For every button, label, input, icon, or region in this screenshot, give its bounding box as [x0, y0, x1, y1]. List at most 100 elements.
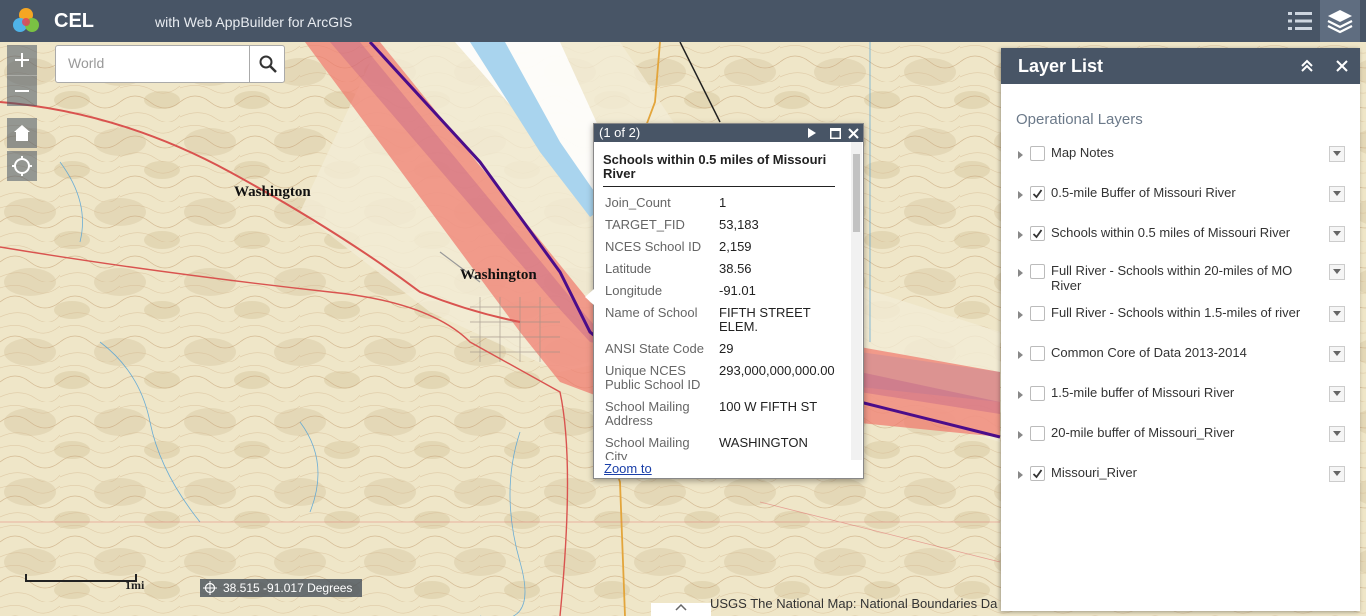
attribute-table: Join_Count 1 TARGET_FID 53,183 NCES School… — [603, 193, 849, 461]
home-icon[interactable] — [7, 118, 37, 148]
popup-counter: (1 of 2) — [599, 125, 641, 140]
app-title: CEL — [54, 10, 94, 32]
app-logo-icon — [11, 7, 41, 35]
attribute-row: Latitude 38.56 — [603, 259, 849, 281]
close-popup-icon[interactable] — [845, 124, 861, 142]
attribute-row: NCES School ID 2,159 — [603, 237, 849, 259]
attribute-key: Longitude — [605, 283, 663, 298]
popup-title-bar: (1 of 2) — [594, 124, 863, 142]
layer-visibility-checkbox[interactable] — [1030, 226, 1045, 241]
layer-name: Common Core of Data 2013-2014 — [1051, 345, 1247, 360]
expand-arrow-icon[interactable] — [1017, 265, 1027, 277]
close-panel-icon[interactable] — [1330, 48, 1354, 84]
layer-name: 0.5-mile Buffer of Missouri River — [1051, 185, 1236, 200]
layer-visibility-checkbox[interactable] — [1030, 306, 1045, 321]
attribution-toggle-icon[interactable] — [651, 603, 711, 616]
attribute-value: WASHINGTON — [719, 435, 808, 450]
expand-arrow-icon[interactable] — [1017, 427, 1027, 439]
expand-arrow-icon[interactable] — [1017, 387, 1027, 399]
popup-content[interactable]: Schools within 0.5 miles of Missouri Riv… — [594, 142, 851, 460]
search-icon[interactable] — [249, 46, 285, 82]
layer-row[interactable]: Map Notes — [1001, 140, 1360, 180]
attribute-row: Join_Count 1 — [603, 193, 849, 215]
layer-visibility-checkbox[interactable] — [1030, 386, 1045, 401]
place-label-washington: Washington — [234, 184, 311, 200]
attribute-key: School Mailing Address — [605, 399, 690, 428]
layer-row[interactable]: Missouri_River — [1001, 460, 1360, 500]
attribute-key: NCES School ID — [605, 239, 702, 254]
crosshair-icon[interactable] — [203, 581, 217, 595]
layer-name: 20-mile buffer of Missouri_River — [1051, 425, 1235, 440]
zoom-in-icon[interactable] — [7, 45, 37, 75]
attribute-value: 1 — [719, 195, 727, 210]
expand-arrow-icon[interactable] — [1017, 307, 1027, 319]
expand-arrow-icon[interactable] — [1017, 187, 1027, 199]
attribute-value: 53,183 — [719, 217, 759, 232]
maximize-icon[interactable] — [827, 124, 843, 142]
layer-name: Missouri_River — [1051, 465, 1137, 480]
layer-visibility-checkbox[interactable] — [1030, 146, 1045, 161]
scale-bar-label: 1mi — [125, 578, 145, 592]
layer-visibility-checkbox[interactable] — [1030, 426, 1045, 441]
attribute-value: 29 — [719, 341, 734, 356]
attribute-value: -91.01 — [719, 283, 756, 298]
popup-pointer — [585, 289, 594, 305]
layer-row[interactable]: Full River - Schools within 20-miles of … — [1001, 258, 1360, 298]
zoom-control — [7, 45, 37, 106]
expand-arrow-icon[interactable] — [1017, 347, 1027, 359]
coordinate-display[interactable]: 38.515 -91.017 Degrees — [200, 579, 362, 597]
expand-arrow-icon[interactable] — [1017, 467, 1027, 479]
next-feature-icon[interactable] — [804, 124, 820, 142]
zoom-out-icon[interactable] — [7, 75, 37, 106]
layer-name: 1.5-mile buffer of Missouri River — [1051, 385, 1235, 400]
attribute-value: 2,159 — [719, 239, 752, 254]
layer-row[interactable]: 20-mile buffer of Missouri_River — [1001, 420, 1360, 460]
layer-name: Map Notes — [1051, 145, 1114, 160]
layer-menu-icon[interactable] — [1329, 386, 1345, 402]
map-attribution: USGS The National Map: National Boundari… — [710, 596, 998, 611]
attribute-value: 38.56 — [719, 261, 752, 276]
layer-menu-icon[interactable] — [1329, 306, 1345, 322]
layer-row[interactable]: Common Core of Data 2013-2014 — [1001, 340, 1360, 380]
locate-icon[interactable] — [7, 151, 37, 181]
layer-visibility-checkbox[interactable] — [1030, 264, 1045, 279]
operational-layers-heading: Operational Layers — [1016, 111, 1143, 128]
layer-menu-icon[interactable] — [1329, 146, 1345, 162]
layer-row[interactable]: Full River - Schools within 1.5-miles of… — [1001, 300, 1360, 340]
attribute-key: Latitude — [605, 261, 652, 276]
expand-arrow-icon[interactable] — [1017, 147, 1027, 159]
collapse-panel-icon[interactable] — [1295, 48, 1319, 84]
attribute-key: Join_Count — [605, 195, 671, 210]
layer-row[interactable]: 0.5-mile Buffer of Missouri River — [1001, 180, 1360, 220]
attribute-key: School Mailing City — [605, 435, 690, 461]
attribute-row: Unique NCES Public School ID 293,000,000,… — [603, 361, 849, 397]
scrollbar-thumb[interactable] — [853, 154, 860, 232]
layer-visibility-checkbox[interactable] — [1030, 186, 1045, 201]
search-widget — [55, 45, 285, 83]
attribute-key: Unique NCES Public School ID — [605, 363, 701, 392]
popup-scrollbar[interactable] — [851, 142, 862, 460]
layer-menu-icon[interactable] — [1329, 466, 1345, 482]
layer-menu-icon[interactable] — [1329, 346, 1345, 362]
attribute-row: Longitude -91.01 — [603, 281, 849, 303]
layers-icon[interactable] — [1320, 0, 1360, 42]
attribute-value: FIFTH STREET ELEM. — [719, 305, 811, 334]
attribute-row: TARGET_FID 53,183 — [603, 215, 849, 237]
attribute-value: 293,000,000,000.00 — [719, 363, 835, 378]
layer-row[interactable]: Schools within 0.5 miles of Missouri Riv… — [1001, 220, 1360, 260]
layer-row[interactable]: 1.5-mile buffer of Missouri River — [1001, 380, 1360, 420]
scale-bar — [25, 574, 137, 582]
layer-menu-icon[interactable] — [1329, 426, 1345, 442]
layer-menu-icon[interactable] — [1329, 264, 1345, 280]
layer-list-header: Layer List — [1001, 48, 1360, 84]
search-input[interactable] — [56, 46, 254, 80]
app-header: CEL with Web AppBuilder for ArcGIS — [0, 0, 1366, 42]
zoom-to-link[interactable]: Zoom to — [604, 461, 652, 476]
list-icon[interactable] — [1280, 0, 1320, 42]
layer-visibility-checkbox[interactable] — [1030, 346, 1045, 361]
layer-menu-icon[interactable] — [1329, 226, 1345, 242]
layer-visibility-checkbox[interactable] — [1030, 466, 1045, 481]
attribute-key: TARGET_FID — [605, 217, 685, 232]
expand-arrow-icon[interactable] — [1017, 227, 1027, 239]
layer-menu-icon[interactable] — [1329, 186, 1345, 202]
